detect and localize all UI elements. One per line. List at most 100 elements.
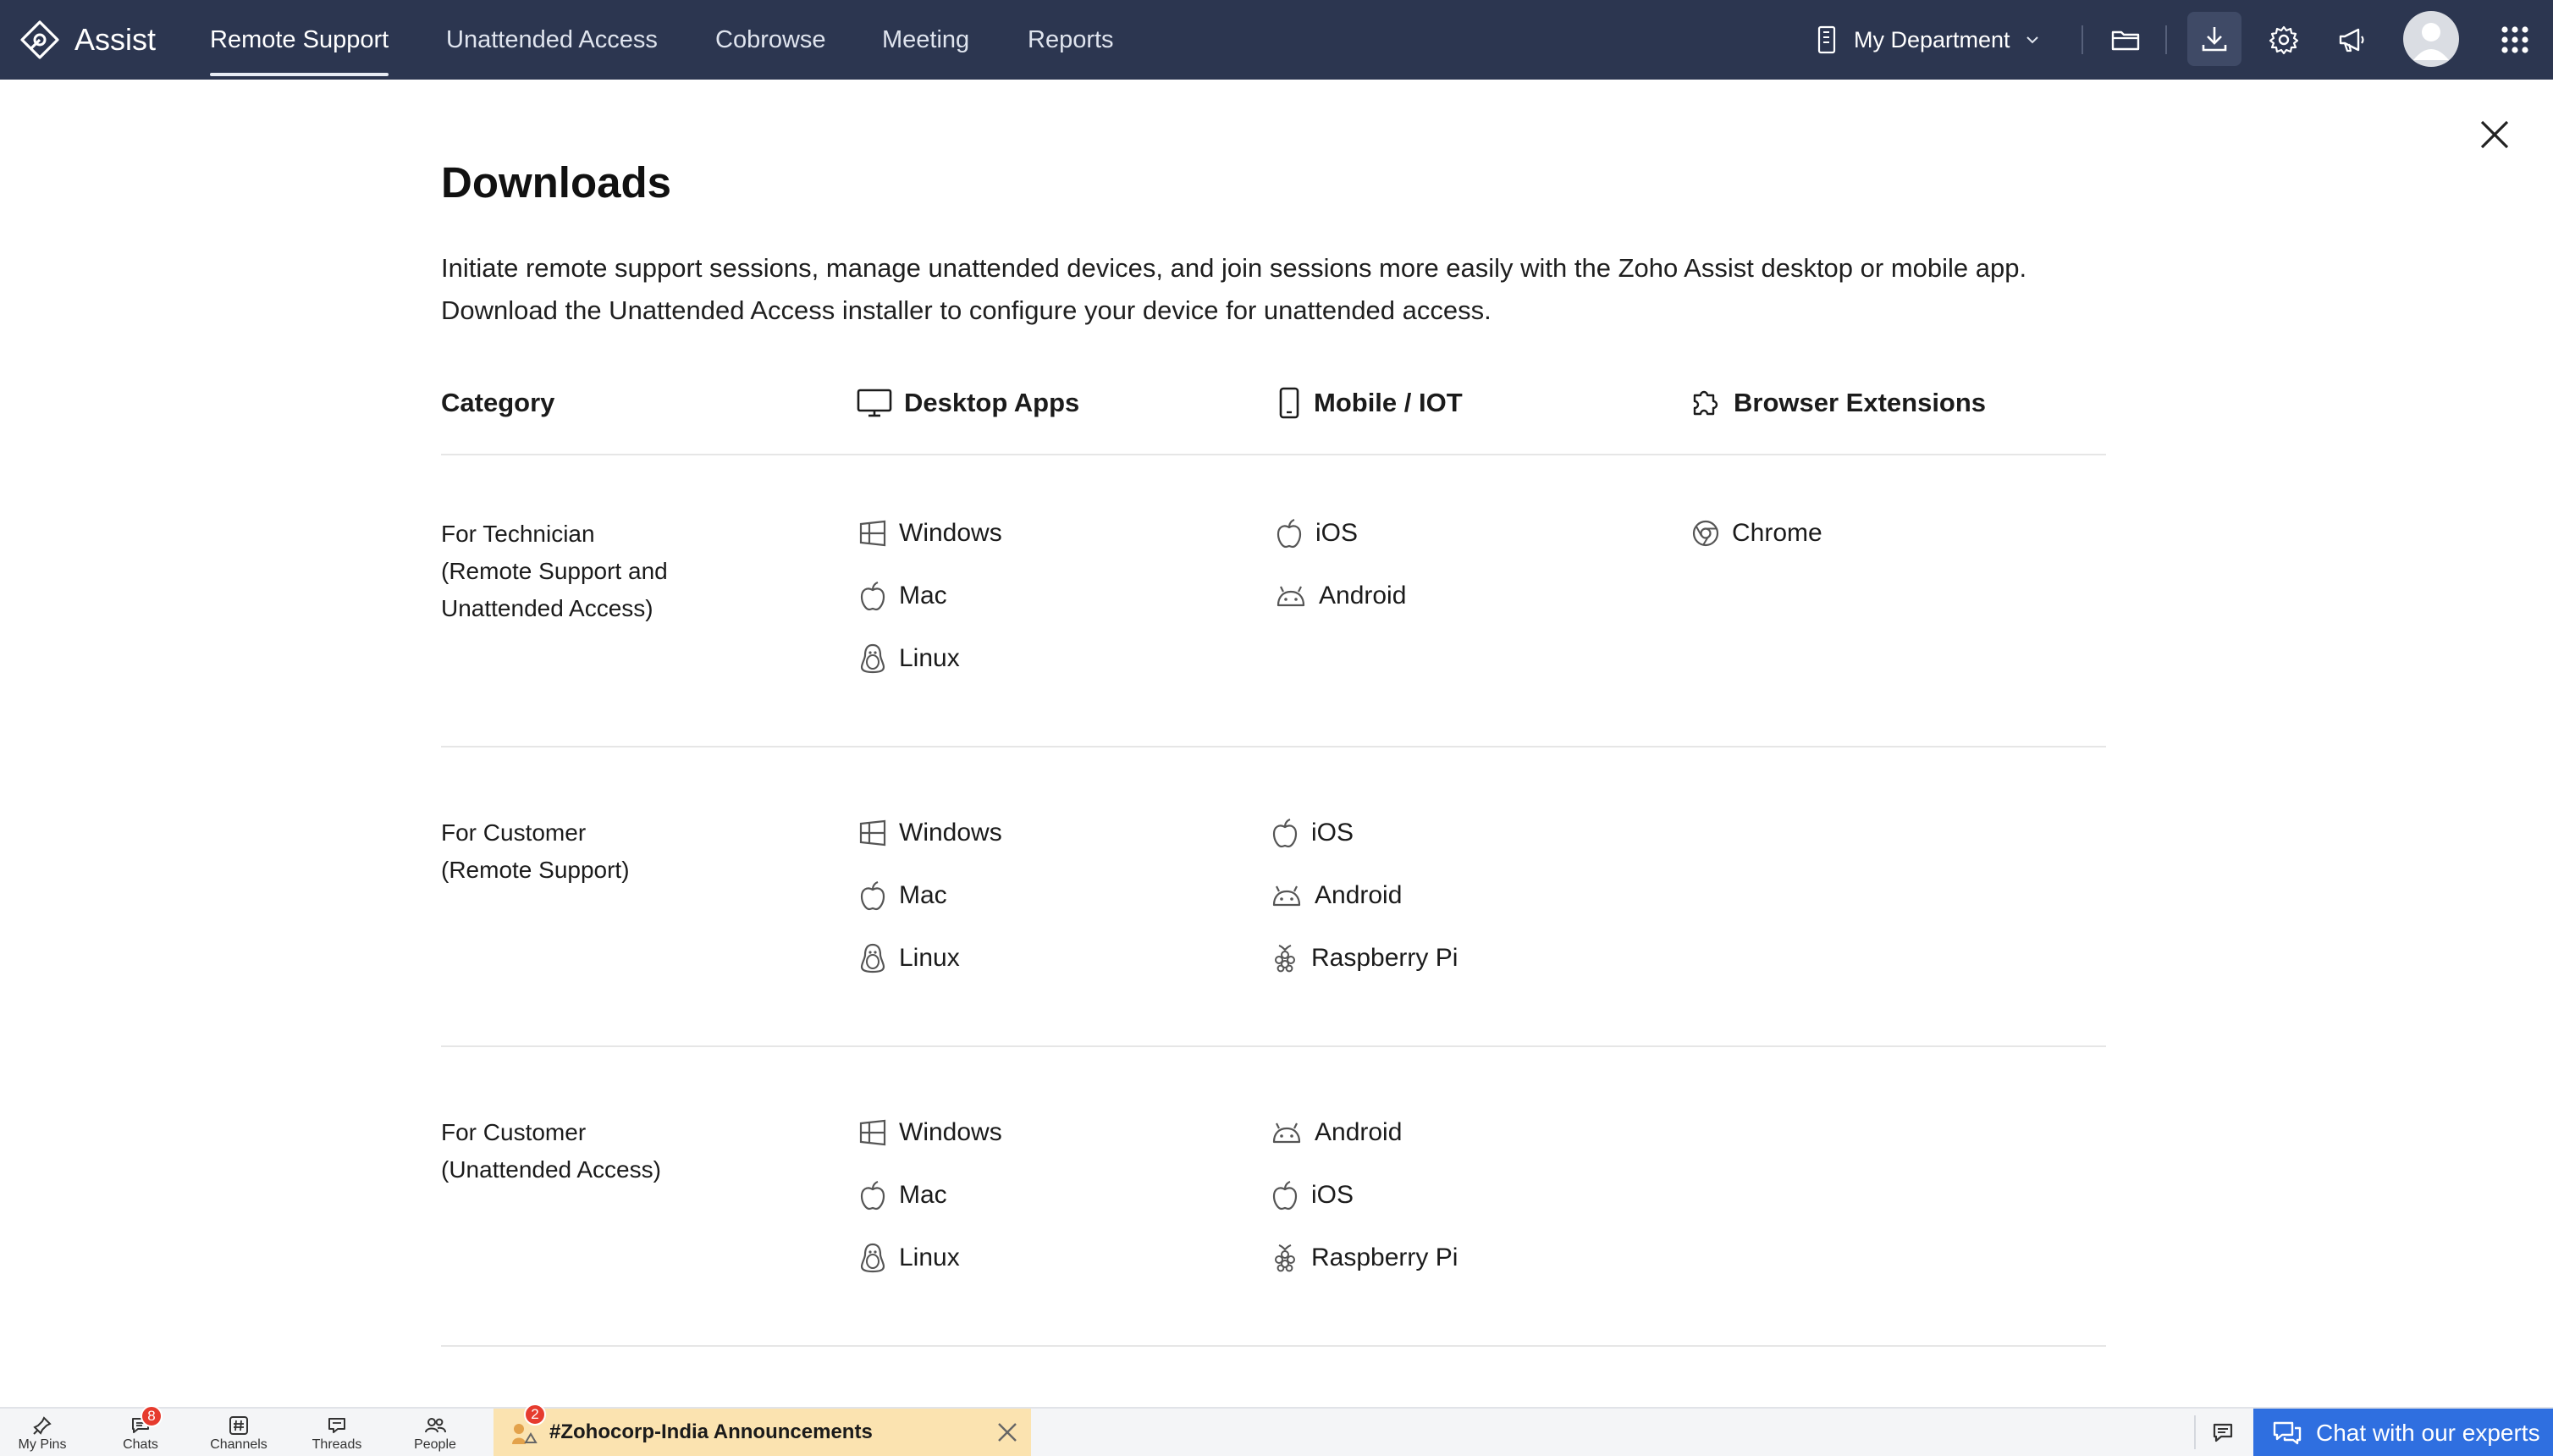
download-customer-unattended-ios[interactable]: iOS xyxy=(1271,1177,1354,1214)
download-customer-remote-ios[interactable]: iOS xyxy=(1271,814,1354,852)
assist-logo-icon xyxy=(20,20,59,59)
windows-icon xyxy=(859,819,886,847)
raspberry-pi-icon xyxy=(1275,1244,1295,1272)
brand-name: Assist xyxy=(74,22,157,57)
threads-button[interactable]: Threads xyxy=(295,1409,379,1456)
section-divider-line xyxy=(441,1345,2106,1347)
tab-remote-support[interactable]: Remote Support xyxy=(210,0,389,80)
download-technician-android[interactable]: Android xyxy=(1275,577,1406,615)
linux-penguin-icon xyxy=(860,943,885,973)
announcements-button[interactable] xyxy=(2328,0,2375,80)
top-navigation-bar: Assist Remote Support Unattended Access … xyxy=(0,0,2553,80)
chats-button[interactable]: 8 Chats xyxy=(98,1405,183,1456)
announcement-title: #Zohocorp-India Announcements xyxy=(549,1420,873,1443)
apple-icon xyxy=(860,1180,885,1211)
section-customer-unattended-label: For Customer (Unattended Access) xyxy=(441,1119,661,1183)
download-icon xyxy=(2202,27,2227,52)
page-description: Initiate remote support sessions, manage… xyxy=(441,253,2027,325)
download-customer-remote-raspberry-pi[interactable]: Raspberry Pi xyxy=(1271,940,1458,977)
bottom-chat-bar: My Pins 8 Chats Channels Threads People … xyxy=(0,1404,2553,1456)
download-customer-unattended-linux[interactable]: Linux xyxy=(858,1239,960,1277)
department-selector[interactable]: My Department xyxy=(1817,0,2039,80)
tab-meeting[interactable]: Meeting xyxy=(882,0,969,80)
apps-menu-button[interactable] xyxy=(2494,0,2536,80)
threads-icon xyxy=(328,1418,345,1433)
department-label: My Department xyxy=(1854,26,2010,52)
windows-icon xyxy=(859,520,886,547)
column-header-mobile-iot: Mobile / IOT xyxy=(1276,383,1463,422)
chat-list-button[interactable] xyxy=(2203,1409,2245,1456)
download-technician-linux[interactable]: Linux xyxy=(858,640,960,677)
android-icon xyxy=(1272,885,1301,907)
people-button[interactable]: People xyxy=(393,1409,477,1456)
download-customer-remote-windows[interactable]: Windows xyxy=(858,814,1002,852)
download-customer-remote-mac[interactable]: Mac xyxy=(858,877,947,914)
section-divider-line xyxy=(441,1045,2106,1047)
downloads-button[interactable] xyxy=(2187,12,2241,66)
column-header-browser-extensions: Browser Extensions xyxy=(1690,383,1986,422)
apps-grid-icon xyxy=(2501,26,2528,53)
chats-unread-badge: 8 xyxy=(141,1405,163,1427)
building-icon xyxy=(1817,25,1836,54)
puzzle-piece-icon xyxy=(1693,390,1718,416)
announcement-chat-tab[interactable]: 2 #Zohocorp-India Announcements xyxy=(494,1404,1031,1456)
brand-logo[interactable]: Assist xyxy=(19,0,156,80)
section-technician-label: For Technician (Remote Support and Unatt… xyxy=(441,521,668,621)
android-icon xyxy=(1272,1122,1301,1144)
download-technician-chrome[interactable]: Chrome xyxy=(1691,515,1822,552)
header-divider xyxy=(2165,25,2167,54)
header-divider-line xyxy=(441,454,2106,455)
monitor-icon xyxy=(857,389,892,417)
download-customer-unattended-android[interactable]: Android xyxy=(1271,1114,1402,1151)
download-technician-windows[interactable]: Windows xyxy=(858,515,1002,552)
apple-icon xyxy=(860,581,885,611)
apple-icon xyxy=(1272,818,1298,848)
download-customer-remote-android[interactable]: Android xyxy=(1271,877,1402,914)
close-icon[interactable] xyxy=(995,1420,1019,1444)
hashtag-icon xyxy=(229,1416,248,1435)
folder-icon xyxy=(2111,30,2140,51)
folder-button[interactable] xyxy=(2103,0,2148,80)
chat-with-experts-button[interactable]: Chat with our experts xyxy=(2253,1409,2553,1456)
download-technician-ios[interactable]: iOS xyxy=(1275,515,1358,552)
chat-list-icon xyxy=(2213,1423,2233,1442)
apple-icon xyxy=(1276,518,1302,549)
mobile-phone-icon xyxy=(1279,387,1299,419)
announcement-unread-badge: 2 xyxy=(524,1404,546,1426)
my-pins-button[interactable]: My Pins xyxy=(0,1409,85,1456)
column-header-category: Category xyxy=(441,388,555,417)
download-customer-unattended-mac[interactable]: Mac xyxy=(858,1177,947,1214)
user-avatar[interactable] xyxy=(2403,11,2459,67)
apple-icon xyxy=(1272,1180,1298,1211)
tab-reports[interactable]: Reports xyxy=(1028,0,1114,80)
channels-button[interactable]: Channels xyxy=(196,1409,281,1456)
linux-penguin-icon xyxy=(860,1243,885,1273)
linux-penguin-icon xyxy=(860,643,885,674)
page-title: Downloads xyxy=(441,158,672,207)
download-customer-unattended-raspberry-pi[interactable]: Raspberry Pi xyxy=(1271,1239,1458,1277)
download-technician-mac[interactable]: Mac xyxy=(858,577,947,615)
header-divider xyxy=(2082,25,2083,54)
tab-cobrowse[interactable]: Cobrowse xyxy=(715,0,826,80)
section-divider-line xyxy=(441,746,2106,747)
download-customer-remote-linux[interactable]: Linux xyxy=(858,940,960,977)
gear-icon xyxy=(2269,25,2299,55)
user-icon xyxy=(2413,23,2449,60)
chat-bubbles-icon xyxy=(2273,1421,2302,1445)
windows-icon xyxy=(859,1119,886,1146)
megaphone-icon xyxy=(2339,28,2364,52)
apple-icon xyxy=(860,880,885,911)
raspberry-pi-icon xyxy=(1275,944,1295,973)
chrome-icon xyxy=(1692,520,1719,547)
android-icon xyxy=(1276,586,1305,607)
bottom-divider xyxy=(2194,1415,2196,1449)
download-customer-unattended-windows[interactable]: Windows xyxy=(858,1114,1002,1151)
chevron-down-icon xyxy=(2026,36,2038,44)
section-customer-remote-label: For Customer (Remote Support) xyxy=(441,819,630,883)
settings-button[interactable] xyxy=(2260,0,2308,80)
tab-unattended-access[interactable]: Unattended Access xyxy=(446,0,658,80)
people-icon xyxy=(425,1418,446,1433)
column-header-desktop-apps: Desktop Apps xyxy=(857,383,1079,422)
close-icon[interactable] xyxy=(2477,117,2512,152)
pin-icon xyxy=(33,1416,52,1435)
